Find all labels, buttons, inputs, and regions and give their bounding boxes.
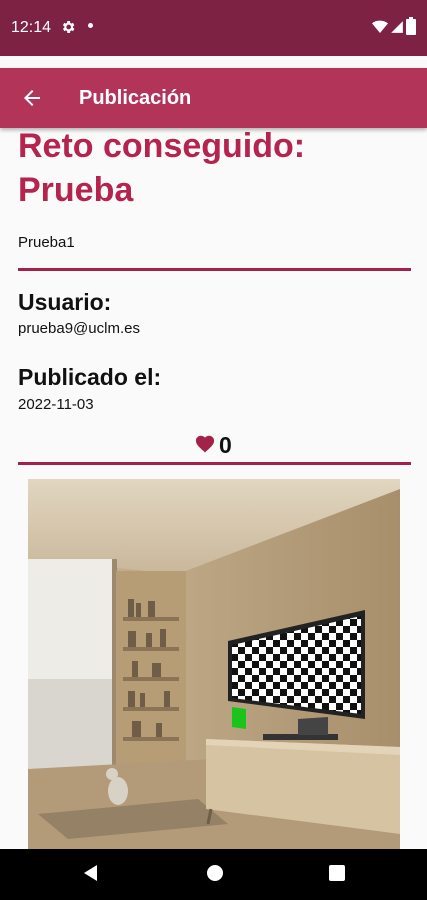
divider <box>18 268 411 271</box>
post-content[interactable]: Reto conseguido: Prueba Prueba1 Usuario:… <box>0 128 427 849</box>
date-value: 2022-11-03 <box>18 396 94 413</box>
wifi-icon <box>372 19 388 40</box>
like-count: 0 <box>219 432 232 458</box>
app-bar: Publicación <box>0 68 427 128</box>
nav-recents-icon[interactable] <box>327 863 347 888</box>
page-title: Publicación <box>79 87 192 109</box>
battery-icon <box>406 17 416 40</box>
navigation-bar <box>0 849 427 900</box>
arrow-back-icon[interactable] <box>20 86 44 110</box>
nav-home-icon[interactable] <box>205 863 225 888</box>
user-value: prueba9@uclm.es <box>18 320 140 337</box>
gear-icon <box>60 19 76 40</box>
post-image <box>28 479 400 849</box>
status-bar: 12:14 <box>0 0 427 56</box>
post-heading: Reto conseguido: Prueba <box>18 128 306 209</box>
nav-back-icon[interactable] <box>81 863 101 888</box>
divider <box>18 462 411 465</box>
like-counter[interactable]: 0 <box>194 432 232 459</box>
heart-icon[interactable] <box>194 433 216 458</box>
notification-dot-icon <box>88 23 93 28</box>
signal-icon <box>390 19 404 40</box>
status-time: 12:14 <box>11 19 52 36</box>
date-label: Publicado el: <box>18 364 162 390</box>
post-description: Prueba1 <box>18 234 75 251</box>
user-label: Usuario: <box>18 289 112 315</box>
